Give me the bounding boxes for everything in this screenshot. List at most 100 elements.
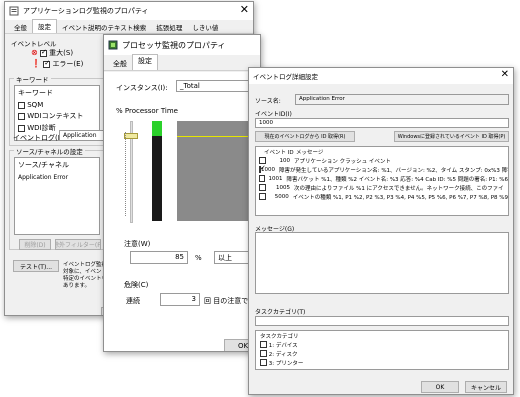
event-message: 障害バケット %1、種類 %2 イベント名: %3 応答: %4 Cab ID:… [286, 176, 508, 183]
source-item[interactable]: Application Error [15, 172, 99, 183]
settings-panel: インスタンス(I): _Total % Processor Time 注意(W)… [104, 72, 260, 351]
delete-button[interactable]: 削除(D) [19, 239, 51, 250]
percent-label: % [195, 254, 202, 262]
tab-text-search[interactable]: イベント説明のテキスト検索 [57, 21, 151, 33]
event-message: 次の理由によりファイル %1 にアクセスできません。ネットワーク接続、このファイ [294, 185, 504, 192]
task-checkbox[interactable] [260, 341, 267, 348]
test-button[interactable]: テスト(T)... [13, 260, 59, 272]
tab-settings[interactable]: 設定 [32, 19, 57, 33]
task-label-item: 1: デバイス [268, 342, 298, 349]
event-message: 障害が発生しているアプリケーション名: %1、バージョン: %2、タイム スタン… [279, 167, 509, 174]
window-title: アプリケーションログ監視のプロパティ [23, 7, 149, 15]
title-bar: イベントログ詳細設定 [249, 68, 513, 84]
task-checkbox[interactable] [260, 350, 267, 357]
event-checkbox[interactable] [259, 157, 266, 164]
consecutive-label: 連続 [126, 297, 140, 305]
threshold-slider-thumb[interactable] [124, 133, 138, 139]
keyword-checkbox[interactable] [18, 124, 25, 132]
task-item[interactable]: 2: ディスク [256, 349, 508, 358]
eventlog-detail-window: イベントログ詳細設定 ✕ ソース名: Application Error イベン… [248, 67, 514, 395]
event-table[interactable]: イベント ID メッセージ 100アプリケーション クラッシュ イベント1000… [255, 146, 509, 216]
task-list[interactable]: タスクカテゴリ 1: デバイス 2: ディスク 3: プリンター [255, 330, 509, 370]
tab-extended[interactable]: 拡張処理 [151, 21, 187, 33]
event-id: 5000 [274, 193, 289, 200]
window-title: プロセッサ監視のプロパティ [122, 40, 226, 50]
eventid-label: イベントID(I) [255, 111, 292, 118]
level-critical-row[interactable]: ⊗ 重大(S) [31, 48, 73, 58]
event-checkbox[interactable] [259, 164, 266, 173]
event-rows: 100アプリケーション クラッシュ イベント1000障害が発生しているアプリケー… [256, 156, 508, 201]
task-checkbox[interactable] [260, 359, 267, 366]
alert-icon: ❗ [31, 59, 41, 68]
keyword-label: SQM [27, 101, 44, 109]
source-group: ソース/チャネルの設定 ソース/チャネル Application Error [9, 146, 105, 250]
consecutive-input[interactable]: 3 [160, 293, 200, 306]
col-eventid-header: イベント ID [264, 149, 294, 156]
cancel-button[interactable]: キャンセル [465, 381, 507, 393]
tab-threshold[interactable]: しきい値 [187, 21, 223, 33]
event-row[interactable]: 5000 イベントの種類 %1, P1 %2, P2 %3, P3 %4, P4 … [256, 192, 508, 201]
event-message: アプリケーション クラッシュ イベント [294, 158, 391, 165]
eventlog-select[interactable]: Application [59, 130, 105, 141]
event-row[interactable]: 100 アプリケーション クラッシュ イベント [256, 156, 508, 165]
keyword-label: WDIコンテキスト [27, 112, 84, 120]
title-bar: プロセッサ監視のプロパティ [104, 35, 260, 55]
level-error-checkbox[interactable] [43, 59, 51, 68]
keyword-header: キーワード [18, 89, 53, 97]
danger-label: 危険(C) [124, 281, 149, 289]
task-header: タスクカテゴリ [260, 333, 299, 340]
event-checkbox[interactable] [259, 175, 265, 182]
event-row[interactable]: 1001 障害バケット %1、種類 %2 イベント名: %3 応答: %4 Cab… [256, 174, 508, 183]
processor-gauge [152, 121, 162, 221]
keyword-checkbox[interactable] [18, 112, 25, 120]
level-error-label: エラー(E) [52, 60, 84, 68]
tab-general[interactable]: 全般 [108, 58, 132, 70]
task-input[interactable] [255, 316, 509, 326]
event-id: 1001 [268, 175, 283, 182]
instance-label: インスタンス(I): [116, 84, 168, 92]
source-list[interactable]: ソース/チャネル Application Error [14, 157, 100, 235]
level-critical-checkbox[interactable] [39, 48, 47, 57]
ok-button[interactable]: OK [421, 381, 459, 393]
slider-ticks [125, 132, 126, 216]
keyword-group-label: キーワード [14, 74, 51, 84]
keyword-item[interactable]: WDIコンテキスト [15, 110, 99, 122]
close-icon[interactable]: ✕ [501, 68, 509, 82]
source-value: Application Error [295, 94, 509, 105]
col-message-header: メッセージ [296, 149, 324, 156]
counter-label: % Processor Time [116, 107, 178, 115]
message-textarea[interactable] [255, 232, 509, 294]
keyword-label: WDI診断 [27, 124, 56, 132]
event-id: 100 [279, 157, 291, 164]
window-title: イベントログ詳細設定 [253, 73, 318, 81]
warning-value-input[interactable]: 85 [130, 251, 188, 264]
task-label: タスクカテゴリ(T) [255, 309, 306, 316]
keyword-checkbox[interactable] [18, 101, 25, 109]
close-icon[interactable]: ✕ [240, 3, 249, 17]
processor-icon [108, 40, 118, 50]
event-message: イベントの種類 %1, P1 %2, P2 %3, P3 %4, P4 %5, … [292, 194, 508, 201]
event-checkbox[interactable] [259, 184, 266, 191]
app-log-icon [9, 6, 19, 16]
exclude-filter-button[interactable]: 除外フィルター(F) [55, 239, 101, 250]
times-label: 回 目の注意で [204, 297, 249, 305]
event-checkbox[interactable] [259, 193, 266, 200]
event-id: 1005 [276, 184, 290, 191]
get-current-id-button[interactable]: 現在のイベントログから ID 取得(R) [255, 131, 355, 142]
level-critical-label: 重大(S) [49, 49, 74, 57]
comparison-value: 以上 [218, 253, 232, 262]
task-item[interactable]: 1: デバイス [256, 340, 508, 349]
source-label: ソース名: [255, 98, 281, 105]
event-level-label: イベントレベル [11, 40, 57, 48]
title-bar: アプリケーションログ監視のプロパティ [5, 2, 253, 20]
eventid-input[interactable]: 1000 [255, 118, 509, 128]
event-row[interactable]: 1000障害が発生しているアプリケーション名: %1、バージョン: %2、タイム… [256, 164, 509, 174]
tab-settings[interactable]: 設定 [132, 54, 158, 70]
eventlog-value: Application [63, 132, 97, 139]
event-row[interactable]: 1005 次の理由によりファイル %1 にアクセスできません。ネットワーク接続、こ… [256, 183, 508, 192]
get-registered-id-button[interactable]: Windowsに登録されているイベント ID 取得(P) [394, 131, 509, 142]
keyword-item[interactable]: SQM [15, 100, 99, 110]
level-error-row[interactable]: ❗ エラー(E) [31, 59, 83, 69]
task-item[interactable]: 3: プリンター [256, 358, 508, 367]
tab-general[interactable]: 全般 [9, 21, 32, 33]
